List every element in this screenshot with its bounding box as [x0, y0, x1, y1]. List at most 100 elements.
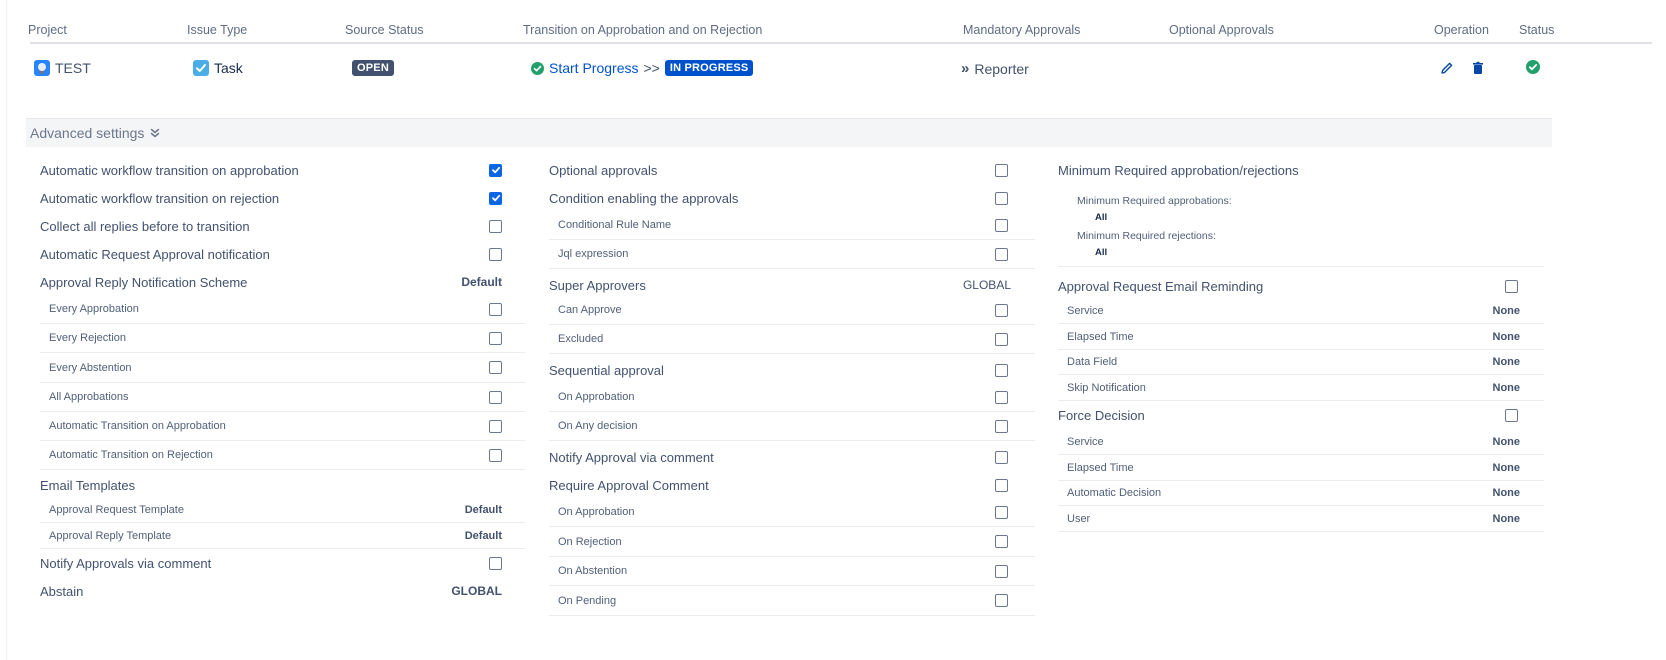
header-optional-approvals: Optional Approvals: [1169, 23, 1274, 37]
setting-label: Abstain: [40, 583, 84, 599]
setting-label: Elapsed Time: [1067, 330, 1134, 343]
checkbox[interactable]: [995, 390, 1008, 404]
setting-label: Require Approval Comment: [549, 477, 709, 493]
setting-approval-request-template: Approval Request Template Default: [40, 497, 525, 523]
setting-label: Optional approvals: [549, 162, 658, 178]
checkbox[interactable]: [995, 247, 1008, 261]
checkbox-checked[interactable]: [489, 191, 502, 205]
setting-require-comment-on-rejection: On Rejection: [549, 527, 1035, 557]
checkbox[interactable]: [995, 505, 1008, 519]
min-rejections-value[interactable]: All: [1095, 247, 1107, 258]
header-project: Project: [28, 23, 67, 37]
advanced-settings-toggle[interactable]: Advanced settings: [26, 118, 1552, 147]
checkbox[interactable]: [489, 556, 502, 570]
project-cell[interactable]: TEST: [34, 60, 91, 76]
setting-value[interactable]: None: [1493, 305, 1521, 317]
checkbox[interactable]: [995, 594, 1008, 607]
setting-value[interactable]: Default: [461, 275, 502, 289]
checkbox[interactable]: [489, 219, 502, 233]
checkbox[interactable]: [995, 478, 1008, 492]
setting-label: On Approbation: [558, 391, 635, 403]
setting-label: Email Templates: [40, 477, 136, 493]
setting-value[interactable]: None: [1493, 462, 1521, 474]
trash-icon[interactable]: [1470, 60, 1486, 76]
setting-label: Data Field: [1067, 356, 1118, 368]
setting-jql-expression: Jql expression: [549, 240, 1035, 269]
transition-name-link[interactable]: Start Progress: [549, 60, 638, 76]
setting-label: On Abstention: [558, 565, 628, 577]
setting-label: Approval Request Template: [49, 503, 184, 516]
setting-label: Every Abstention: [49, 361, 132, 374]
setting-value[interactable]: None: [1493, 436, 1521, 448]
status-cell: [1526, 60, 1540, 74]
setting-label: Jql expression: [558, 248, 629, 260]
setting-label: Elapsed Time: [1067, 461, 1134, 474]
checkbox[interactable]: [995, 163, 1008, 177]
setting-label: Notify Approval via comment: [549, 449, 714, 465]
project-name[interactable]: TEST: [55, 60, 91, 76]
checkbox[interactable]: [995, 191, 1008, 205]
table-row: TEST Task OPEN Start Progress >> IN PROG…: [30, 46, 1652, 90]
checkbox-checked[interactable]: [489, 163, 502, 177]
setting-label: Automatic Request Approval notification: [40, 246, 270, 262]
setting-label: Force Decision: [1058, 407, 1145, 423]
setting-all-approbations: All Approbations: [40, 383, 525, 412]
setting-require-comment-on-abstention: On Abstention: [549, 557, 1035, 586]
setting-label: On Approbation: [558, 506, 635, 518]
setting-reminding-elapsed-time: Elapsed Time None: [1058, 324, 1544, 350]
header-source-status: Source Status: [345, 23, 424, 37]
setting-value[interactable]: Default: [465, 504, 502, 516]
setting-email-templates: Email Templates: [40, 471, 502, 499]
task-checkbox-icon: [193, 60, 209, 76]
checkbox[interactable]: [995, 363, 1008, 377]
checkbox[interactable]: [489, 247, 502, 261]
setting-value[interactable]: Default: [465, 530, 502, 542]
double-chevron-right-icon: »: [961, 60, 970, 77]
checkbox[interactable]: [995, 419, 1008, 433]
checkbox[interactable]: [489, 390, 502, 404]
mandatory-approvals-cell: » Reporter: [961, 60, 1029, 77]
setting-value[interactable]: GLOBAL: [451, 584, 502, 598]
checkbox[interactable]: [1505, 408, 1518, 422]
setting-require-comment-on-pending: On Pending: [549, 586, 1035, 616]
page-left-border: [6, 0, 7, 660]
min-approbations-value[interactable]: All: [1095, 212, 1107, 223]
setting-collect-replies: Collect all replies before to transition: [40, 211, 502, 241]
checkbox[interactable]: [489, 331, 502, 345]
checkbox[interactable]: [995, 332, 1008, 346]
checkbox[interactable]: [995, 564, 1008, 578]
checkbox[interactable]: [1505, 279, 1518, 293]
setting-value[interactable]: None: [1493, 356, 1521, 368]
setting-excluded: Excluded: [549, 325, 1035, 354]
min-rejections-label: Minimum Required rejections:: [1077, 230, 1216, 242]
checkbox[interactable]: [489, 419, 502, 433]
setting-auto-transition-rejection: Automatic workflow transition on rejecti…: [40, 183, 502, 213]
setting-notify-approvals-comment: Notify Approvals via comment: [40, 549, 502, 577]
checkbox[interactable]: [995, 303, 1008, 317]
checkbox[interactable]: [995, 218, 1008, 232]
checkbox[interactable]: [995, 450, 1008, 464]
checkbox[interactable]: [995, 535, 1008, 548]
setting-email-reminding: Approval Request Email Reminding: [1058, 271, 1518, 301]
setting-label: User: [1067, 512, 1091, 525]
setting-label: Automatic Transition on Rejection: [49, 449, 213, 461]
setting-label: Approval Reply Template: [49, 529, 172, 542]
setting-can-approve: Can Approve: [549, 296, 1035, 325]
setting-value[interactable]: None: [1493, 382, 1521, 394]
checkbox[interactable]: [489, 302, 502, 316]
setting-label: Automatic Decision: [1067, 487, 1162, 499]
pencil-icon[interactable]: [1439, 60, 1455, 76]
setting-label: Automatic Transition on Approbation: [49, 420, 226, 432]
issue-type-cell: Task: [193, 60, 243, 76]
status-lozenge-open: OPEN: [352, 60, 394, 76]
issue-type-name: Task: [214, 60, 243, 76]
min-approbations-label: Minimum Required approbations:: [1077, 195, 1232, 207]
checkbox[interactable]: [489, 361, 502, 374]
setting-value[interactable]: None: [1493, 487, 1521, 499]
setting-value[interactable]: None: [1493, 331, 1521, 343]
setting-value[interactable]: GLOBAL: [963, 278, 1011, 292]
setting-reminding-data-field: Data Field None: [1058, 350, 1544, 375]
setting-value[interactable]: None: [1493, 513, 1521, 525]
checkbox[interactable]: [489, 448, 502, 462]
setting-reminding-skip-notification: Skip Notification None: [1058, 375, 1544, 401]
